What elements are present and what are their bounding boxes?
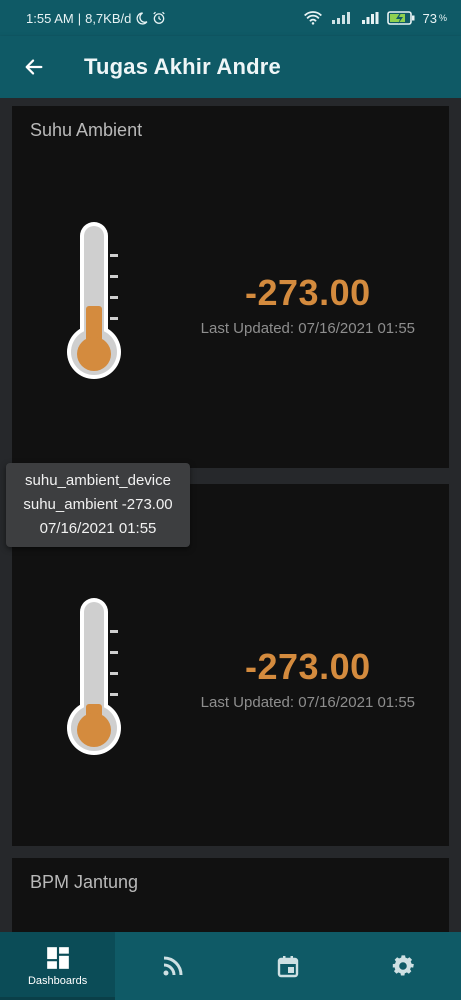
bottom-navigation: Dashboards: [0, 932, 461, 1000]
dashboard-icon: [46, 947, 69, 969]
status-network-speed: 8,7KB/d: [85, 10, 132, 26]
battery-charging-icon: [386, 11, 415, 25]
nav-dashboards[interactable]: Dashboards: [0, 932, 116, 1000]
nav-settings[interactable]: [346, 932, 461, 1000]
arrow-left-icon: [25, 59, 43, 75]
tooltip-value: suhu_ambient -273.00: [23, 496, 173, 513]
nav-label-dashboards: Dashboards: [27, 975, 88, 987]
rss-feed-icon: [163, 956, 183, 976]
tooltip-device: suhu_ambient_device: [25, 472, 171, 489]
app-bar: Tugas Akhir Andre: [0, 36, 461, 98]
alarm-icon: [153, 11, 166, 24]
status-right: 73%: [303, 11, 447, 26]
signal-icon-2: [361, 12, 379, 24]
percent-sign: %: [438, 13, 447, 23]
nav-feed[interactable]: [115, 932, 230, 1000]
reading-block: -273.00 Last Updated: 07/16/2021 01:55: [201, 272, 415, 337]
back-button[interactable]: [12, 45, 56, 89]
status-bar: 1:55 AM | 8,7KB/d 73%: [0, 0, 461, 36]
data-tooltip: suhu_ambient_device suhu_ambient -273.00…: [6, 463, 190, 547]
tooltip-timestamp: 07/16/2021 01:55: [39, 520, 157, 537]
app-title: Tugas Akhir Andre: [84, 54, 281, 79]
last-updated-text: Last Updated: 07/16/2021 01:55: [200, 694, 415, 711]
signal-icon-1: [331, 12, 350, 24]
gear-icon: [393, 955, 415, 976]
wifi-icon: [303, 11, 322, 25]
battery-percent: 73: [422, 10, 437, 26]
status-time: 1:55 AM: [26, 10, 74, 26]
last-updated-text: Last Updated: 07/16/2021 01:55: [200, 320, 415, 337]
status-divider: |: [77, 10, 82, 26]
widget-title: BPM Jantung: [30, 872, 139, 892]
reading-block: -273.00 Last Updated: 07/16/2021 01:55: [201, 646, 415, 711]
widget-suhu-ambient[interactable]: Suhu Ambient -273.00 Last Updated: 07/16…: [12, 106, 449, 468]
nav-calendar[interactable]: [231, 932, 346, 1000]
temperature-value: -273.00: [245, 646, 371, 687]
widget-bpm-jantung[interactable]: BPM Jantung: [12, 858, 449, 932]
thermometer-icon: [67, 598, 121, 755]
temperature-value: -273.00: [245, 272, 371, 313]
thermometer-icon: [67, 222, 121, 379]
widget-title: Suhu Ambient: [30, 120, 143, 140]
status-left: 1:55 AM | 8,7KB/d: [26, 11, 166, 26]
moon-icon: [136, 11, 148, 25]
calendar-event-icon: [277, 956, 299, 978]
